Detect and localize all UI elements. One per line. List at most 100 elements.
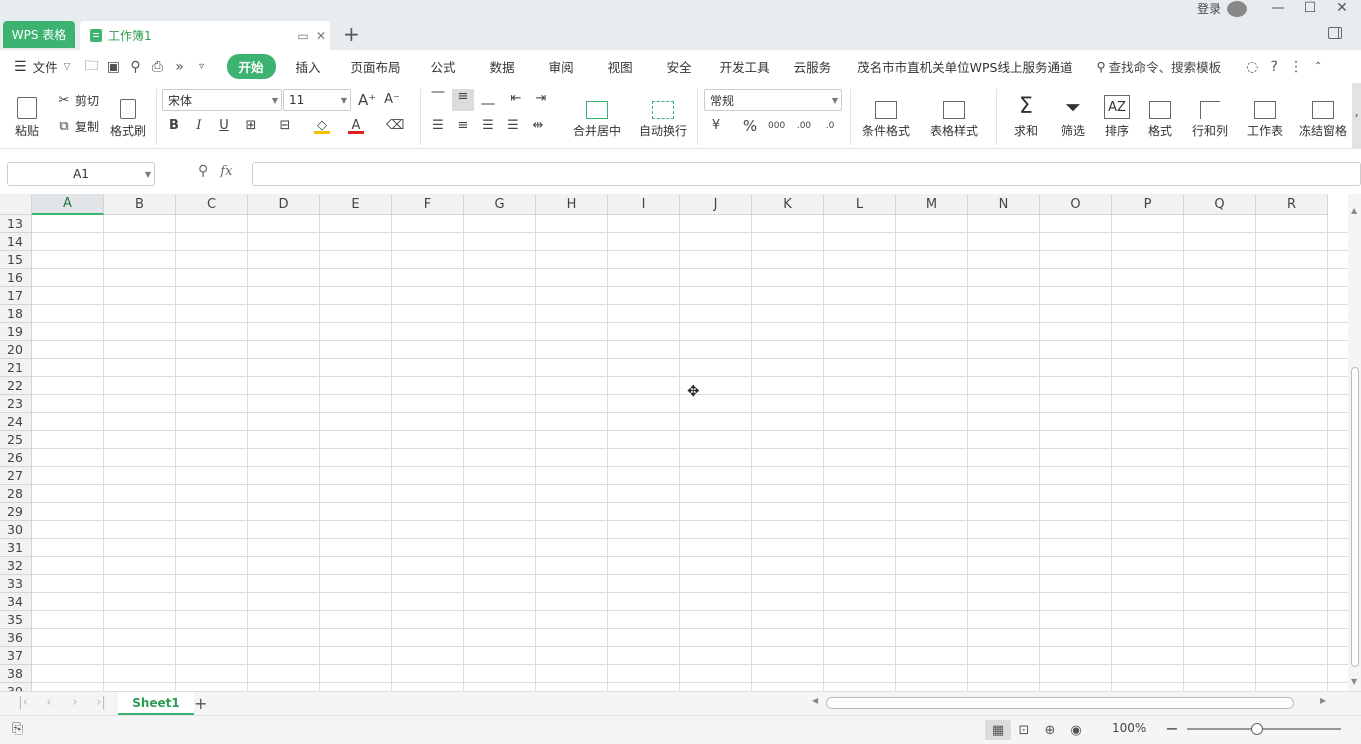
sheet-tab-sheet1[interactable]: Sheet1 (118, 692, 194, 715)
vertical-scrollbar[interactable]: ▲ ▼ (1348, 194, 1361, 691)
ribbon-scroll-right-icon[interactable]: › (1352, 83, 1361, 149)
row-header[interactable]: 23 (0, 395, 32, 413)
file-menu[interactable]: ☰ 文件 ▽ (0, 57, 79, 76)
select-all-corner[interactable] (0, 194, 32, 215)
row-header[interactable]: 26 (0, 449, 32, 467)
increase-font-icon[interactable]: A⁺ (358, 92, 376, 108)
minimize-button[interactable]: — (1262, 0, 1294, 16)
zoom-slider-knob[interactable] (1251, 722, 1263, 735)
login-label[interactable]: 登录 (1197, 0, 1221, 17)
row-header[interactable]: 13 (0, 215, 32, 233)
close-window-button[interactable]: ✕ (1326, 0, 1358, 16)
align-middle-icon[interactable]: ≡ (452, 89, 474, 111)
row-header[interactable]: 38 (0, 665, 32, 683)
column-header[interactable]: K (752, 194, 824, 215)
table-style-button[interactable]: 表格样式 (925, 89, 983, 139)
align-left-icon[interactable]: ☰ (430, 118, 446, 134)
justify-icon[interactable]: ☰ (505, 118, 521, 134)
column-header[interactable]: M (896, 194, 968, 215)
scroll-right-icon[interactable]: ▶ (1320, 696, 1326, 705)
more-icon[interactable]: » (169, 59, 191, 75)
maximize-button[interactable]: ☐ (1294, 0, 1326, 16)
row-header[interactable]: 22 (0, 377, 32, 395)
command-search[interactable]: ⚲ 查找命令、搜索模板 (1091, 57, 1228, 76)
align-bottom-icon[interactable]: ⎽ (480, 91, 496, 107)
more-options-icon[interactable]: ⋮ (1285, 59, 1307, 75)
column-header[interactable]: H (536, 194, 608, 215)
tab-developer[interactable]: 开发工具 (708, 57, 782, 76)
italic-icon[interactable]: I (191, 118, 207, 134)
sort-button[interactable]: AZ 排序 (1097, 89, 1137, 139)
worksheet-button[interactable]: 工作表 (1240, 89, 1290, 139)
save-icon[interactable]: ▣ (103, 59, 125, 75)
row-header[interactable]: 37 (0, 647, 32, 665)
tab-formula[interactable]: 公式 (419, 57, 468, 76)
format-painter-button[interactable]: 格式刷 (108, 89, 148, 139)
row-header[interactable]: 21 (0, 359, 32, 377)
thousands-icon[interactable]: 000 (768, 118, 785, 134)
horizontal-scroll-thumb[interactable] (826, 697, 1294, 709)
column-header[interactable]: P (1112, 194, 1184, 215)
tab-view[interactable]: 视图 (596, 57, 645, 76)
first-sheet-icon[interactable]: |‹ (10, 695, 36, 710)
close-tab-icon[interactable]: ✕ (312, 29, 330, 43)
help-icon[interactable]: ? (1263, 59, 1285, 75)
row-header[interactable]: 25 (0, 431, 32, 449)
macro-record-icon[interactable]: ⎘ (12, 721, 23, 737)
tab-home[interactable]: 开始 (226, 54, 276, 79)
underline-icon[interactable]: U (216, 118, 232, 134)
conditional-format-button[interactable]: 条件格式 (857, 89, 915, 139)
column-header[interactable]: R (1256, 194, 1328, 215)
copy-button[interactable]: ⧉ 复制 (56, 118, 99, 135)
monitor-icon[interactable]: ▭ (294, 29, 312, 43)
page-break-view-icon[interactable]: ⊡ (1011, 720, 1037, 740)
freeze-button[interactable]: 冻结窗格 (1298, 89, 1348, 139)
column-header[interactable]: O (1040, 194, 1112, 215)
column-header[interactable]: J (680, 194, 752, 215)
function-icon[interactable]: fx (220, 164, 232, 179)
horizontal-scrollbar[interactable]: ◀ ▶ (806, 696, 1332, 710)
row-header[interactable]: 35 (0, 611, 32, 629)
scroll-down-icon[interactable]: ▼ (1351, 677, 1357, 686)
row-header[interactable]: 20 (0, 341, 32, 359)
vertical-scroll-thumb[interactable] (1351, 367, 1359, 667)
tab-cloud[interactable]: 云服务 (782, 57, 844, 76)
comment-icon[interactable]: ◌ (1241, 59, 1263, 75)
column-header[interactable]: L (824, 194, 896, 215)
paste-button[interactable]: 粘贴 (8, 89, 46, 139)
filter-button[interactable]: ⏷ 筛选 (1053, 89, 1093, 139)
customize-icon[interactable]: ▿ (191, 61, 213, 72)
tab-review[interactable]: 审阅 (537, 57, 586, 76)
open-folder-icon[interactable]: 🗀 (81, 55, 103, 79)
normal-view-icon[interactable]: ▦ (985, 720, 1011, 740)
align-top-icon[interactable]: ⎺ (430, 91, 446, 107)
wrap-text-button[interactable]: 自动换行 (636, 89, 690, 139)
column-header[interactable]: E (320, 194, 392, 215)
find-icon[interactable]: ⚲ (125, 59, 147, 75)
distributed-icon[interactable]: ⇹ (530, 118, 546, 134)
eye-protection-icon[interactable]: ◉ (1063, 720, 1089, 740)
next-sheet-icon[interactable]: › (62, 695, 88, 710)
collapse-ribbon-icon[interactable]: ⌃ (1307, 61, 1329, 72)
font-size-select[interactable]: 11 ▼ (283, 89, 351, 111)
zoom-level[interactable]: 100% (1112, 721, 1146, 735)
column-header[interactable]: C (176, 194, 248, 215)
tab-service-channel[interactable]: 茂名市市直机关单位WPS线上服务通道 (851, 57, 1078, 76)
increase-indent-icon[interactable]: ⇥ (533, 91, 549, 107)
decrease-font-icon[interactable]: A⁻ (384, 92, 400, 108)
row-header[interactable]: 24 (0, 413, 32, 431)
decrease-decimal-icon[interactable]: .0 (822, 118, 838, 134)
formula-input[interactable] (252, 162, 1361, 186)
zoom-slider[interactable] (1187, 722, 1341, 735)
row-header[interactable]: 39 (0, 683, 32, 691)
last-sheet-icon[interactable]: ›| (88, 695, 114, 710)
border-icon[interactable]: ⊞ (243, 118, 259, 134)
row-header[interactable]: 17 (0, 287, 32, 305)
row-header[interactable]: 32 (0, 557, 32, 575)
font-color-icon[interactable]: A (348, 118, 364, 134)
print-icon[interactable]: ⎙ (147, 59, 169, 75)
chevron-down-icon[interactable]: ▼ (145, 170, 151, 179)
column-header[interactable]: B (104, 194, 176, 215)
font-name-select[interactable]: 宋体 ▼ (162, 89, 282, 111)
cell-style-icon[interactable]: ⊟ (277, 118, 293, 134)
